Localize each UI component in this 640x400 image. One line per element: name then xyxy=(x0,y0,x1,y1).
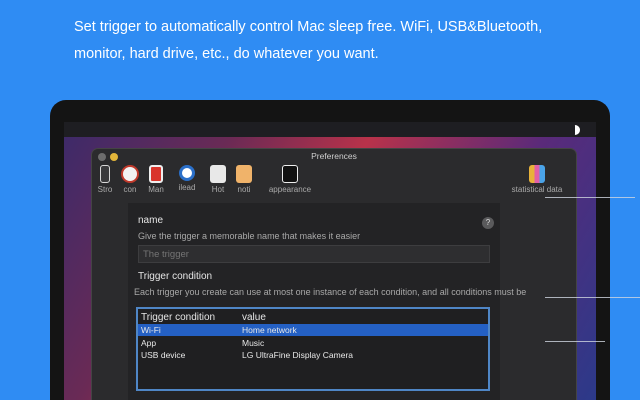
power-icon xyxy=(149,165,163,183)
toolbar-item-con[interactable]: con xyxy=(118,165,142,199)
toolbar-label: Man xyxy=(148,185,164,194)
value-cell: Music xyxy=(242,338,265,348)
title-bar: Preferences xyxy=(92,149,576,163)
headline: Set trigger to automatically control Mac… xyxy=(74,19,543,62)
notification-icon xyxy=(236,165,252,183)
name-label: name xyxy=(138,215,164,226)
toolbar-item-man[interactable]: Man xyxy=(144,165,168,199)
toolbar-item-ilead[interactable]: ilead xyxy=(174,165,200,199)
menu-bar xyxy=(64,122,596,137)
guide-line xyxy=(545,297,640,298)
trigger-condition-label: Trigger condition xyxy=(138,271,213,282)
guide-line xyxy=(545,197,635,198)
guide-line xyxy=(545,341,605,342)
clock-icon xyxy=(121,165,139,183)
preferences-toolbar: Stro con Man ilead Hot noti appearance s… xyxy=(92,163,576,203)
bar-chart-icon xyxy=(529,165,545,183)
keyboard-icon xyxy=(210,165,226,183)
condition-cell: App xyxy=(141,338,157,348)
phone-icon xyxy=(100,165,110,183)
condition-cell: USB device xyxy=(141,350,186,360)
search-icon xyxy=(179,165,195,181)
name-hint: Give the trigger a memorable name that m… xyxy=(138,231,361,241)
trigger-editor: name ? Give the trigger a memorable name… xyxy=(128,203,526,400)
column-header-value[interactable]: value xyxy=(242,312,266,323)
toolbar-label: con xyxy=(123,185,137,194)
window-title: Preferences xyxy=(311,151,357,161)
toolbar-label: Hot xyxy=(211,185,225,194)
toolbar-item-statistical-data[interactable]: statistical data xyxy=(502,165,572,199)
toolbar-item-noti[interactable]: noti xyxy=(232,165,256,199)
table-row[interactable]: USB device LG UltraFine Display Camera xyxy=(138,349,488,361)
column-header-condition[interactable]: Trigger condition xyxy=(141,312,215,323)
toolbar-item-appearance[interactable]: appearance xyxy=(260,165,320,199)
toolbar-item-stro[interactable]: Stro xyxy=(94,165,116,199)
laptop-frame: Preferences Stro con Man ilead Hot noti … xyxy=(50,100,610,400)
toolbar-label: noti xyxy=(237,185,251,194)
toolbar-label: Stro xyxy=(97,185,113,194)
help-button[interactable]: ? xyxy=(482,217,494,229)
value-cell: LG UltraFine Display Camera xyxy=(242,350,354,360)
value-cell: Home network xyxy=(242,325,297,335)
toolbar-item-hot[interactable]: Hot xyxy=(206,165,230,199)
preferences-window: Preferences Stro con Man ilead Hot noti … xyxy=(92,149,576,400)
screen: Preferences Stro con Man ilead Hot noti … xyxy=(64,122,596,400)
condition-table[interactable]: Trigger condition value Wi-Fi Home netwo… xyxy=(136,307,490,391)
condition-cell: Wi-Fi xyxy=(141,325,161,335)
appearance-icon xyxy=(282,165,298,183)
app-status-icon[interactable] xyxy=(570,125,580,135)
table-row[interactable]: App Music xyxy=(138,337,488,349)
toolbar-label: ilead xyxy=(178,183,196,192)
toolbar-label: appearance xyxy=(268,185,312,194)
toolbar-label: statistical data xyxy=(511,185,563,194)
name-field[interactable] xyxy=(138,245,490,263)
condition-hint: Each trigger you create can use at most … xyxy=(134,287,527,297)
table-row[interactable]: Wi-Fi Home network xyxy=(138,324,488,336)
